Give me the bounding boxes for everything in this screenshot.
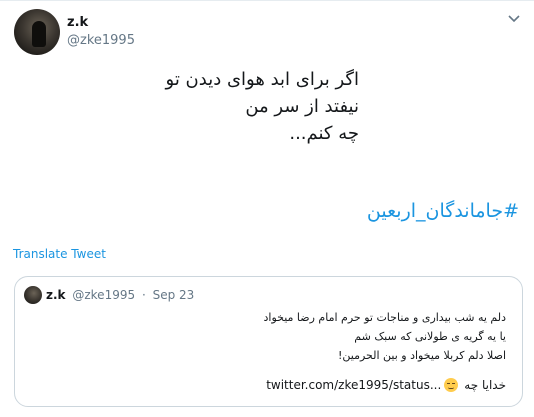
divider [0,0,534,1]
hashtag-link[interactable]: #جاماندگان_اربعین [367,200,519,222]
quoted-author-avatar [24,286,42,304]
tweet-text: اگر برای ابد هوای دیدن تو نیفتد از سر من… [165,69,359,144]
separator-dot: · [141,288,146,302]
avatar-photo-icon [32,21,46,47]
quoted-tweet-last-text: خدایا چه [464,378,506,392]
translate-tweet-link[interactable]: Translate Tweet [13,247,106,261]
author-name[interactable]: z.k [67,15,88,30]
quoted-tweet-text: دلم یه شب بیداری و مناجات تو حرم امام رض… [263,311,506,362]
quoted-author-handle: @zke1995 [72,288,136,302]
author-avatar[interactable] [14,9,60,55]
quoted-tweet-last-line: twitter.com/zke1995/status... خدایا چه [266,378,506,392]
author-handle[interactable]: @zke1995 [67,33,135,48]
pensive-face-emoji-icon [444,378,459,392]
quoted-tweet-link[interactable]: twitter.com/zke1995/status... [266,378,441,392]
quoted-tweet-card[interactable]: z.k @zke1995 · Sep 23 دلم یه شب بیداری و… [14,276,523,407]
quoted-tweet-date: Sep 23 [152,288,195,302]
quoted-author-name: z.k [46,288,66,302]
chevron-down-icon[interactable] [507,14,521,24]
quoted-tweet-header: z.k @zke1995 · Sep 23 [46,288,194,302]
